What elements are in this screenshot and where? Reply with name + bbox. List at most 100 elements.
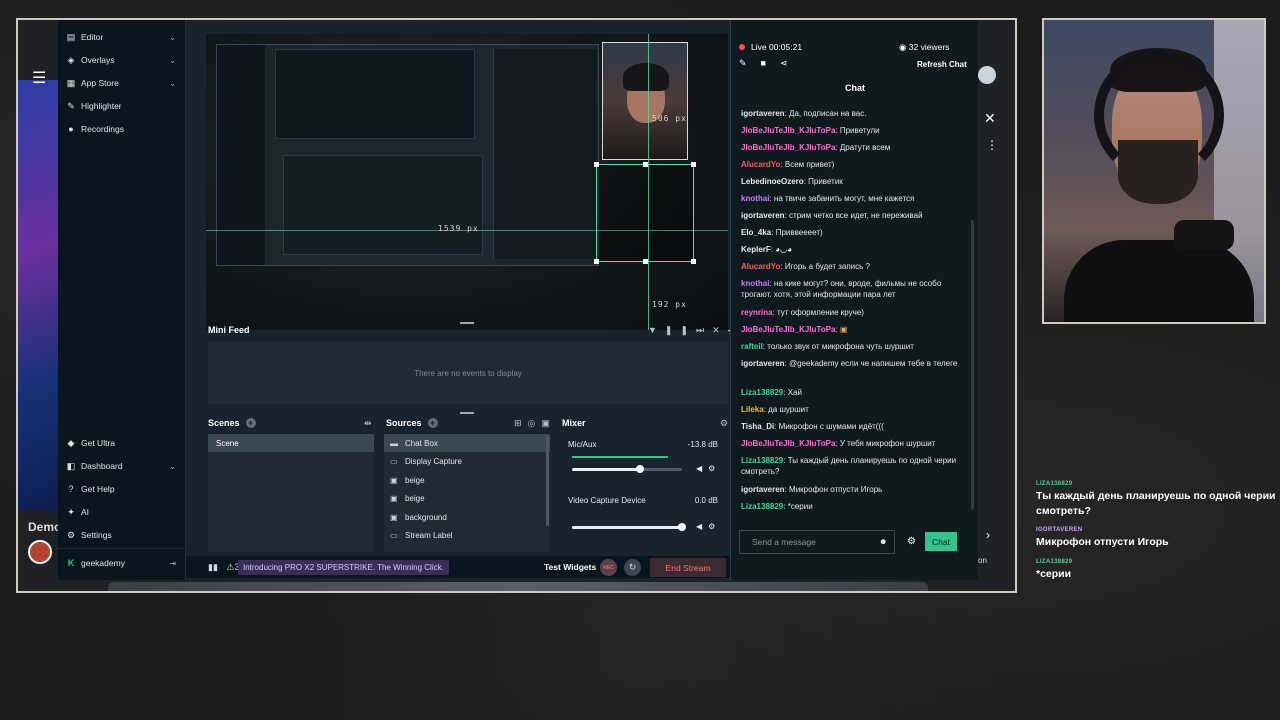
avatar[interactable] (978, 66, 996, 84)
chat-username[interactable]: igortaveren (741, 109, 785, 118)
browser-right-panel (978, 20, 1015, 591)
chat-username[interactable]: reynrina (741, 308, 773, 317)
more-icon[interactable]: ⋮ (986, 138, 998, 152)
filter-icon[interactable]: ▼ (648, 325, 665, 335)
menu-item-get-help[interactable]: ? Get Help (66, 478, 178, 500)
menu-item-highlighter[interactable]: ✎ Highlighter (66, 95, 178, 117)
scene-item[interactable]: Scene (208, 434, 374, 452)
chat-box-source[interactable] (594, 162, 696, 264)
chat-username[interactable]: Tisha_Di (741, 422, 774, 431)
scrollbar[interactable] (546, 436, 549, 526)
end-stream-button[interactable]: End Stream (650, 558, 726, 577)
chat-username[interactable]: JIoBeJIuTeJIb_KJIuToPa (741, 126, 835, 135)
volume-slider[interactable] (572, 465, 682, 473)
hamburger-icon[interactable]: ☰ (32, 68, 46, 88)
slider-knob[interactable] (678, 523, 686, 531)
source-label: beige (405, 475, 425, 485)
camera-icon[interactable]: ■ (761, 58, 780, 68)
volume-slider[interactable] (572, 523, 686, 531)
mute-icon[interactable]: ✕ (712, 325, 728, 335)
chat-username[interactable]: AlucardYo (741, 262, 780, 271)
chat-username[interactable]: Lileka (741, 405, 764, 414)
chat-username[interactable]: JIoBeJIuTeJIb_KJIuToPa (741, 325, 835, 334)
source-item[interactable]: ▣ background (384, 508, 550, 526)
chat-message-input[interactable]: Send a message (739, 530, 895, 554)
webcam-source-preview[interactable] (602, 42, 688, 160)
chat-username[interactable]: knothai (741, 279, 769, 288)
source-item[interactable]: ▬ Chat Box (384, 434, 550, 452)
audio-icon[interactable]: ◎ (528, 418, 542, 429)
menu-item-app-store[interactable]: ▦ App Store ⌄ (66, 72, 178, 94)
chat-username[interactable]: Elo_4ka (741, 228, 771, 237)
chat-username[interactable]: igortaveren (741, 359, 785, 368)
slider-knob[interactable] (636, 465, 645, 473)
chat-message: igortaveren: Да, подписан на вас. (741, 108, 965, 119)
menu-item-dashboard[interactable]: ◧ Dashboard ⌄ (66, 455, 178, 477)
chat-scrollbar[interactable] (971, 220, 974, 510)
resize-bar[interactable] (460, 322, 474, 324)
avatar[interactable] (28, 540, 52, 564)
guide-line-vertical (648, 34, 649, 330)
mini-feed-body: There are no events to display (208, 342, 728, 404)
chat-message: JIoBeJIuTeJIb_KJIuToPa: ▣ (741, 324, 965, 335)
refresh-chat-button[interactable]: Refresh Chat (917, 60, 967, 69)
chat-username[interactable]: JIoBeJIuTeJIb_KJIuToPa (741, 143, 835, 152)
chat-username[interactable]: Liza138829 (741, 502, 783, 511)
chat-username[interactable]: Liza138829 (741, 388, 783, 397)
resize-bar[interactable] (460, 412, 474, 414)
source-item[interactable]: ▣ beige (384, 471, 550, 489)
record-button[interactable]: REC (600, 559, 617, 576)
share-icon[interactable]: ⋖ (780, 58, 802, 68)
menu-item-get-ultra[interactable]: ◆ Get Ultra (66, 432, 178, 454)
chat-username[interactable]: LebedinoeOzero (741, 177, 804, 186)
replay-buffer-icon[interactable]: ↻ (624, 559, 641, 576)
pause-icon[interactable]: ❚❚ (665, 325, 696, 335)
gear-icon[interactable]: ⚙ (907, 536, 916, 547)
folder-icon[interactable]: ⊞ (514, 418, 528, 429)
menu-item-recordings[interactable]: ● Recordings (66, 118, 178, 140)
test-widgets-button[interactable]: Test Widgets (544, 562, 596, 572)
gear-icon[interactable]: ⚙ (708, 464, 721, 473)
scene-transition-icon[interactable]: ⇹ (364, 418, 372, 429)
menu-item-overlays[interactable]: ◈ Overlays ⌄ (66, 49, 178, 71)
chat-username[interactable]: rafteil (741, 342, 763, 351)
resize-handle[interactable] (594, 259, 599, 264)
account-item[interactable]: K geekademy ⇥ (66, 552, 178, 574)
resize-handle[interactable] (691, 162, 696, 167)
add-source-button[interactable]: + (427, 418, 438, 428)
source-item[interactable]: ▭ Stream Label (384, 526, 550, 544)
source-item[interactable]: ▭ Display Capture (384, 452, 550, 470)
editor-preview[interactable]: 1539 px 506 px 192 px (206, 34, 728, 330)
menu-item-editor[interactable]: ▤ Editor ⌄ (66, 26, 178, 48)
source-item[interactable]: ▣ beige (384, 489, 550, 507)
resize-handle[interactable] (594, 162, 599, 167)
gear-icon[interactable]: ⚙ (708, 522, 721, 531)
chat-username[interactable]: JIoBeJIuTeJIb_KJIuToPa (741, 439, 835, 448)
menu-item-ai[interactable]: ✦ AI (66, 501, 178, 523)
volume-icon[interactable]: ◀ (696, 522, 708, 531)
chat-username[interactable]: AlucardYo (741, 160, 780, 169)
chat-username[interactable]: igortaveren (741, 485, 785, 494)
chevron-right-icon[interactable]: › (986, 528, 990, 542)
chat-send-button[interactable]: Chat (925, 532, 957, 551)
stats-icon[interactable]: ▮▮ (208, 562, 218, 572)
chat-username[interactable]: igortaveren (741, 211, 785, 220)
audio-meter (572, 456, 668, 458)
edit-icon[interactable]: ✎ (739, 58, 761, 68)
alert-icon[interactable]: ⚠ (226, 562, 234, 572)
chat-username[interactable]: Liza138829 (741, 456, 783, 465)
menu-item-settings[interactable]: ⚙ Settings (66, 524, 178, 546)
volume-icon[interactable]: ◀ (696, 464, 708, 473)
chat-username[interactable]: KeplerF (741, 245, 771, 254)
skip-icon[interactable]: ⏭ (696, 325, 712, 335)
add-scene-button[interactable]: + (245, 418, 256, 428)
emoji-icon[interactable]: ☻ (879, 537, 887, 546)
chat-text: Микрофон с шумами идёт((( (778, 422, 884, 431)
chat-username[interactable]: knothai (741, 194, 769, 203)
logout-icon[interactable]: ⇥ (169, 559, 176, 568)
promo-banner[interactable]: Introducing PRO X2 SUPERSTRIKE. The Winn… (238, 560, 449, 575)
mixer-settings-icon[interactable]: ⚙ (720, 418, 728, 429)
close-icon[interactable]: ✕ (984, 110, 996, 127)
resize-handle[interactable] (691, 259, 696, 264)
image-icon[interactable]: ▣ (541, 418, 556, 429)
